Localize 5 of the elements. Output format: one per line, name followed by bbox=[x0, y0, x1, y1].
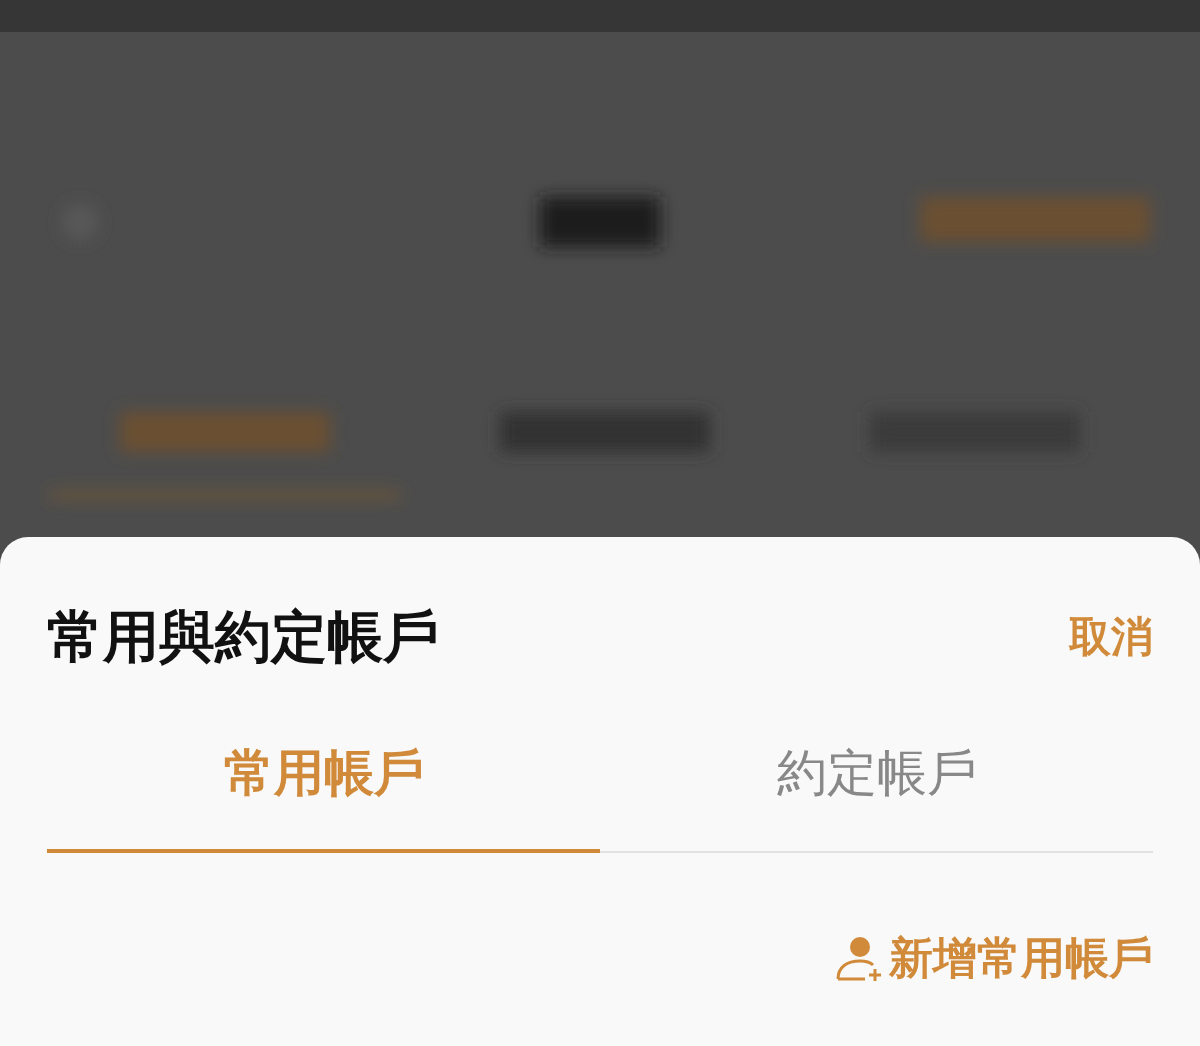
cancel-button[interactable]: 取消 bbox=[1069, 616, 1153, 658]
tab[interactable]: 常用帳戶 bbox=[47, 737, 600, 853]
sheet-title: 常用與約定帳戶 bbox=[47, 609, 439, 665]
tab[interactable]: 約定帳戶 bbox=[600, 737, 1153, 853]
add-account-button[interactable]: 新增常用帳戶 bbox=[835, 933, 1153, 983]
